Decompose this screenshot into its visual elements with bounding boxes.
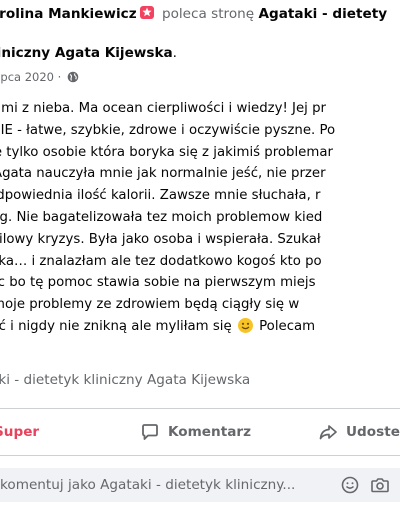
body-line: dać odpowiednia ilość kalorii. Zawsze mn… — [0, 188, 321, 204]
facebook-recommendation-post: arolina Mankiewicz poleca stronę Agataki… — [0, 0, 400, 516]
recommended-page-name-line2[interactable]: liniczny Agata Kijewska — [0, 45, 173, 61]
comment-button[interactable]: Komentarz — [140, 410, 251, 454]
emoji-picker-icon[interactable] — [341, 476, 359, 494]
recommendation-badge-icon — [139, 6, 154, 19]
body-line: padła mi z nieba. Ma ocean cierpliwości … — [0, 101, 326, 116]
body-line: n ze moje problemy ze zdrowiem będą ciąg… — [0, 297, 300, 313]
divider — [0, 455, 400, 456]
comment-label: Komentarz — [168, 424, 251, 440]
body-line-text: zoność i nigdy nie znikną ale myliłam si… — [0, 318, 232, 334]
share-label: Udoste — [346, 424, 400, 440]
body-line-suffix: Polecam — [259, 318, 316, 334]
header-period: . — [172, 45, 177, 61]
comment-icon — [142, 424, 158, 440]
recommended-page-name[interactable]: Agataki - dietety — [258, 6, 387, 22]
post-date[interactable]: lipca 2020 · — [0, 70, 61, 84]
post-header: arolina Mankiewicz poleca stronę Agataki… — [0, 6, 387, 22]
comment-placeholder: komentuj jako Agataki - dietetyk klinicz… — [0, 477, 296, 493]
post-meta: lipca 2020 · — [0, 70, 79, 84]
divider — [0, 408, 400, 409]
comment-input[interactable]: komentuj jako Agataki - dietetyk klinicz… — [0, 468, 400, 502]
post-body: padła mi z nieba. Ma ocean cierpliwości … — [0, 98, 400, 338]
like-label: Super — [0, 424, 40, 440]
recommends-text: poleca stronę — [161, 6, 255, 22]
body-line: WAŻNIE - łatwe, szybkie, zdrowe i oczywi… — [0, 122, 336, 138]
body-line: y uwag. Nie bagatelizowała tez moich pro… — [0, 209, 323, 225]
globe-icon — [67, 71, 79, 83]
camera-icon[interactable] — [370, 476, 390, 494]
tagged-page-line[interactable]: aki - dietetyk kliniczny Agata Kijewska — [0, 372, 250, 388]
share-button[interactable]: Udoste — [318, 410, 400, 454]
author-name[interactable]: arolina Mankiewicz — [0, 6, 137, 22]
body-line: ymi. Agata nauczyła mnie jak normalnie j… — [0, 166, 326, 182]
body-line: ę chwilowy kryzys. Była jako osoba i wsp… — [0, 231, 321, 247]
like-button[interactable]: Super — [0, 410, 39, 454]
body-line: ietetyka… i znalazłam ale tez dodatkowo … — [0, 253, 322, 269]
body-line-last: zoność i nigdy nie znikną ale myliłam si… — [0, 316, 400, 338]
recommended-page-name-cont: liniczny Agata Kijewska. — [0, 45, 177, 61]
smiley-emoji-icon — [237, 317, 253, 333]
post-actions: Super Komentarz Udoste — [0, 410, 400, 454]
body-line: …, nie tylko osobie która boryka się z j… — [0, 144, 333, 160]
body-line: pomóc bo tę pomoc stawia sobie na pierws… — [0, 275, 316, 291]
share-icon — [319, 425, 337, 440]
